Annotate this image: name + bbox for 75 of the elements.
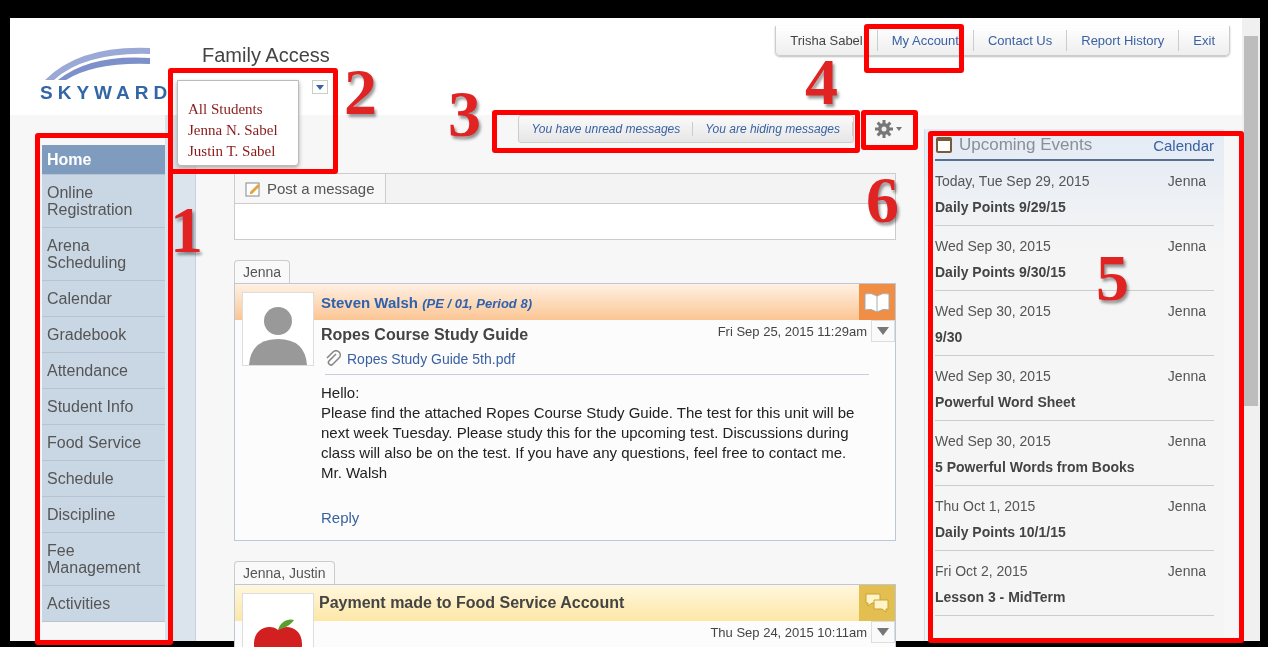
sidebar-item[interactable]: Food Service [42, 425, 165, 461]
caret-icon [877, 628, 889, 636]
attachment-link[interactable]: Ropes Study Guide 5th.pdf [347, 351, 516, 367]
message-filter-link[interactable]: You have unread messages [519, 122, 694, 136]
message-menu-button[interactable] [871, 320, 895, 342]
event-date: Wed Sep 30, 2015 [935, 433, 1051, 449]
sender-name[interactable]: Steven Walsh (PE / 01, Period 8) [235, 293, 859, 311]
scrollbar[interactable] [1242, 18, 1260, 641]
callout-number: 5 [1096, 248, 1129, 308]
student-menu-item[interactable]: Jenna N. Sabel [178, 120, 298, 141]
event-title[interactable]: Lesson 3 - MidTerm [935, 589, 1214, 605]
event-title[interactable]: Powerful Word Sheet [935, 394, 1214, 410]
nav-link[interactable]: Exit [1178, 30, 1229, 51]
sidebar-item[interactable]: Discipline [42, 497, 165, 533]
sidebar-item[interactable]: Fee Management [42, 533, 165, 586]
events-title: Upcoming Events [959, 135, 1094, 155]
dropdown-button[interactable] [312, 80, 328, 94]
event-title[interactable]: Daily Points 9/29/15 [935, 199, 1214, 215]
message-title: Payment made to Food Service Account [318, 594, 626, 612]
callout-number: 6 [866, 170, 899, 230]
event-title[interactable]: 5 Powerful Words from Books [935, 459, 1214, 475]
nav-link[interactable]: My Account [876, 30, 973, 51]
callout-number: 3 [448, 84, 481, 144]
logo-text: SKYWARD [40, 82, 173, 104]
student-menu-item[interactable]: All Students [178, 99, 298, 120]
message-filter-link[interactable]: You are hiding messages [693, 122, 853, 136]
event-date: Fri Oct 2, 2015 [935, 563, 1028, 579]
calendar-icon [935, 136, 953, 154]
message-subject: Ropes Course Study Guide [321, 326, 529, 344]
message-text: Hello: [321, 383, 361, 403]
sidebar-item[interactable]: Activities [42, 586, 165, 622]
app-title: Family Access [202, 44, 330, 68]
sidebar-item[interactable]: Schedule [42, 461, 165, 497]
reply-link[interactable]: Reply [321, 509, 360, 526]
user-name[interactable]: Trisha Sabel [776, 30, 877, 51]
calendar-link[interactable]: Calendar [1153, 136, 1214, 154]
event-student: Jenna [1167, 368, 1207, 384]
message-text: Please find the attached Ropes Course Study Guide. The test for this unit will be next week Tuesday. Please study this for the upcoming test. Discussions during class will also be on the test. If you have any questions, feel free to contact me. [321, 403, 856, 463]
sidebar-item[interactable]: Attendance [42, 353, 165, 389]
sidebar-item[interactable]: Online Registration [42, 175, 165, 228]
event-date: Thu Oct 1, 2015 [935, 498, 1036, 514]
chat-bubbles-icon [859, 585, 895, 621]
nav-link[interactable]: Contact Us [972, 30, 1067, 51]
post-message-tab[interactable]: Post a message [235, 174, 386, 203]
event-student: Jenna [1167, 238, 1207, 254]
message-date: Fri Sep 25, 2015 11:29am [717, 324, 867, 339]
message-text: Mr. Walsh [321, 463, 389, 483]
event-title[interactable]: Daily Points 10/1/15 [935, 524, 1214, 540]
caret-icon [877, 327, 889, 335]
event-title[interactable]: 9/30 [935, 329, 1214, 345]
message-menu-button[interactable] [871, 621, 895, 643]
event-student: Jenna [1167, 173, 1207, 189]
sidebar-item[interactable]: Gradebook [42, 317, 165, 353]
event-date: Wed Sep 30, 2015 [935, 303, 1051, 319]
callout-number: 1 [170, 200, 203, 260]
callout-number: 2 [344, 62, 377, 122]
event-student: Jenna [1167, 563, 1207, 579]
person-silhouette-icon [242, 292, 314, 366]
sidebar-item[interactable]: Student Info [42, 389, 165, 425]
event-student: Jenna [1167, 433, 1207, 449]
message-date: Thu Sep 24, 2015 10:11am [710, 625, 867, 640]
gear-icon [874, 119, 904, 139]
nav-link[interactable]: Report History [1066, 30, 1179, 51]
sidebar-item[interactable]: Calendar [42, 281, 165, 317]
student-menu-item[interactable]: Justin T. Sabel [178, 141, 298, 162]
event-student: Jenna [1167, 303, 1207, 319]
callout-number: 4 [805, 52, 838, 112]
event-student: Jenna [1167, 498, 1207, 514]
caret-icon [316, 84, 324, 90]
sidebar-item[interactable]: Arena Scheduling [42, 228, 165, 281]
event-date: Today, Tue Sep 29, 2015 [935, 173, 1090, 189]
note-icon [245, 180, 261, 197]
event-date: Wed Sep 30, 2015 [935, 368, 1051, 384]
event-date: Wed Sep 30, 2015 [935, 238, 1051, 254]
paperclip-icon [325, 350, 341, 368]
